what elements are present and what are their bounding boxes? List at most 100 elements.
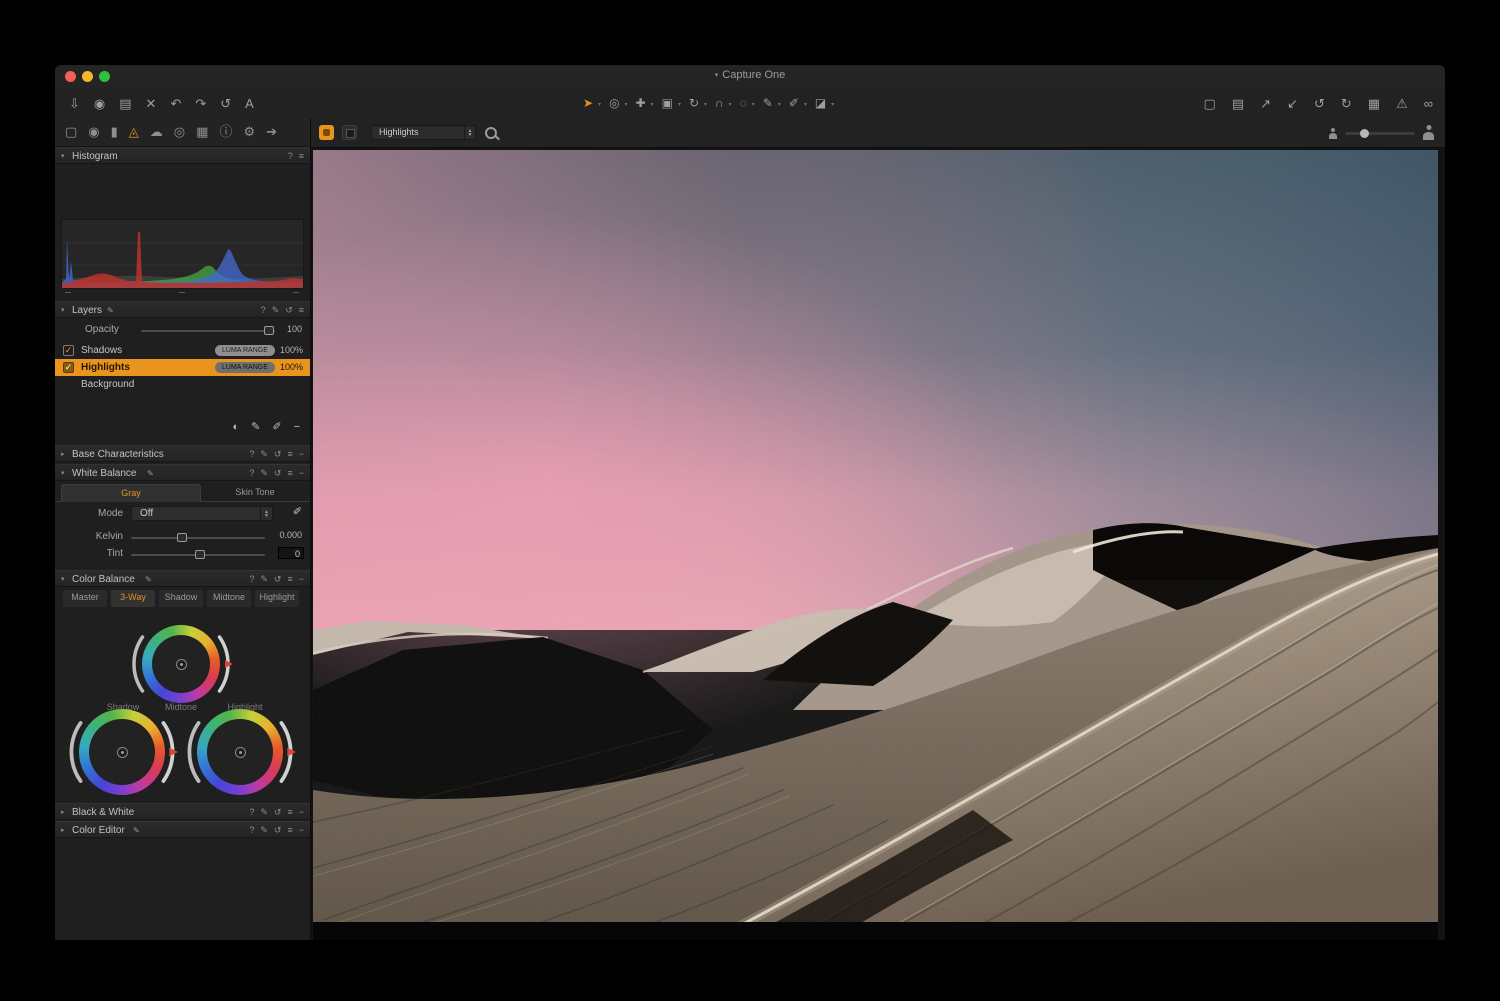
- base-characteristics-panel-header[interactable]: ▸ Base Characteristics ?✎↺≡−: [55, 445, 310, 462]
- help-icon[interactable]: ?: [288, 151, 293, 161]
- zoom-out-thumb-icon[interactable]: [1329, 128, 1337, 139]
- presets-icon[interactable]: ≡: [287, 449, 292, 459]
- layer-row-background[interactable]: Background: [55, 376, 310, 393]
- edit-with-button[interactable]: ↗: [1260, 97, 1271, 110]
- tab-capture[interactable]: ◉: [88, 125, 99, 139]
- tab-metadata[interactable]: ▦: [196, 125, 208, 139]
- presets-icon[interactable]: ≡: [287, 574, 292, 584]
- white-balance-panel-header[interactable]: ▾ White Balance ✎ ?✎↺≡−: [55, 464, 310, 481]
- tint-slider[interactable]: [131, 554, 265, 556]
- viewer-layer-dropdown[interactable]: Highlights ▲▼: [371, 125, 476, 140]
- edit-button[interactable]: ▤: [119, 97, 131, 110]
- tab-library[interactable]: ▢: [65, 125, 77, 139]
- redo-button[interactable]: ↷: [195, 97, 206, 110]
- tint-slider-handle[interactable]: [195, 550, 205, 559]
- kelvin-slider-handle[interactable]: [177, 533, 187, 542]
- cb-tab-master[interactable]: Master: [63, 590, 107, 607]
- open-with-button[interactable]: ↙: [1287, 97, 1298, 110]
- tint-value-input[interactable]: 0: [278, 547, 304, 559]
- remove-icon[interactable]: −: [299, 574, 304, 584]
- reset-icon[interactable]: ↺: [274, 574, 282, 584]
- black-and-white-panel-header[interactable]: ▸ Black & White ?✎↺≡−: [55, 803, 310, 820]
- remove-icon[interactable]: −: [299, 825, 304, 835]
- white-balance-picker-icon[interactable]: ✐: [293, 505, 302, 518]
- layer-row-shadows[interactable]: ✓ Shadows LUMA RANGE 100%: [55, 342, 310, 359]
- browser-toggle-button[interactable]: ▤: [1232, 97, 1244, 110]
- tab-details[interactable]: ◎: [174, 125, 185, 139]
- gradient-mask-tool[interactable]: ◪: [815, 97, 833, 109]
- annotation-button[interactable]: A: [245, 97, 254, 110]
- help-icon[interactable]: ?: [249, 449, 254, 459]
- remove-icon[interactable]: −: [299, 449, 304, 459]
- brush-icon[interactable]: ✎: [272, 305, 280, 315]
- color-editor-panel-header[interactable]: ▸ Color Editor ✎ ?✎↺≡−: [55, 821, 310, 838]
- presets-icon[interactable]: ≡: [299, 305, 304, 315]
- remove-icon[interactable]: −: [299, 468, 304, 478]
- wheel-handle[interactable]: [176, 659, 187, 670]
- reset-icon[interactable]: ↺: [274, 807, 282, 817]
- layer-checkbox[interactable]: ✓: [63, 362, 74, 373]
- cb-tab-midtone[interactable]: Midtone: [207, 590, 251, 607]
- wheel-handle[interactable]: [117, 747, 128, 758]
- tab-exposure[interactable]: ☁: [150, 125, 163, 139]
- reset-icon[interactable]: ↺: [285, 305, 293, 315]
- capture-button[interactable]: ◉: [94, 97, 105, 110]
- import-button[interactable]: ⇩: [69, 97, 80, 110]
- stepper-icon[interactable]: ▲▼: [260, 507, 272, 520]
- mask-background-toggle[interactable]: [342, 125, 357, 140]
- help-icon[interactable]: ?: [249, 825, 254, 835]
- reset-icon[interactable]: ↺: [274, 468, 282, 478]
- grid-view-button[interactable]: ▦: [1368, 97, 1380, 110]
- viewer-zoom-slider[interactable]: [1345, 132, 1415, 135]
- pan-tool[interactable]: ✚: [636, 97, 653, 109]
- undo-button[interactable]: ↶: [170, 97, 181, 110]
- help-icon[interactable]: ?: [249, 807, 254, 817]
- warnings-button[interactable]: ⚠: [1396, 97, 1408, 110]
- cb-tab-3way[interactable]: 3-Way: [111, 590, 155, 607]
- remove-icon[interactable]: −: [299, 807, 304, 817]
- spot-removal-tool[interactable]: ◌: [740, 97, 754, 109]
- reset-icon[interactable]: ↺: [274, 825, 282, 835]
- brush-icon[interactable]: ✎: [260, 574, 268, 584]
- presets-icon[interactable]: ≡: [287, 825, 292, 835]
- zoom-in-thumb-icon[interactable]: [1423, 125, 1434, 140]
- loupe-icon[interactable]: [485, 127, 497, 139]
- menu-icon[interactable]: ≡: [299, 151, 304, 161]
- cb-tab-shadow[interactable]: Shadow: [159, 590, 203, 607]
- stepper-icon[interactable]: ▲▼: [464, 126, 475, 139]
- select-tool[interactable]: ➤: [583, 97, 600, 109]
- rotate-ccw-button[interactable]: ↺: [1314, 97, 1325, 110]
- help-icon[interactable]: ?: [249, 574, 254, 584]
- tab-output[interactable]: ➔: [266, 125, 277, 139]
- opacity-slider-handle[interactable]: [264, 326, 274, 335]
- crop-tool[interactable]: ▣: [662, 97, 680, 109]
- brush-icon[interactable]: ✎: [260, 468, 268, 478]
- draw-mask-tool[interactable]: ✎: [763, 97, 780, 109]
- viewer-toggle-button[interactable]: ▢: [1204, 97, 1216, 110]
- brush-icon[interactable]: ✎: [260, 449, 268, 459]
- presets-icon[interactable]: ≡: [287, 468, 292, 478]
- help-icon[interactable]: ?: [261, 305, 266, 315]
- mask-visibility-icon[interactable]: ◐: [232, 421, 239, 433]
- mask-overlay-toggle[interactable]: [319, 125, 334, 140]
- reset-icon[interactable]: ↺: [274, 449, 282, 459]
- rotate-cw-button[interactable]: ↻: [1341, 97, 1352, 110]
- tab-color[interactable]: ◬: [129, 125, 139, 139]
- tab-info[interactable]: ⓘ: [219, 125, 232, 139]
- draw-mask-icon[interactable]: ✎: [251, 421, 260, 433]
- wb-mode-dropdown[interactable]: Off ▲▼: [131, 506, 273, 521]
- presets-icon[interactable]: ≡: [287, 807, 292, 817]
- shadow-color-wheel[interactable]: [65, 695, 179, 809]
- wb-tab-skin-tone[interactable]: Skin Tone: [205, 484, 305, 502]
- histogram-panel-header[interactable]: ▾ Histogram ?≡: [55, 147, 310, 164]
- erase-mask-tool[interactable]: ✐: [789, 97, 806, 109]
- compare-button[interactable]: ∞: [1424, 97, 1433, 110]
- color-balance-panel-header[interactable]: ▾ Color Balance ✎ ?✎↺≡−: [55, 570, 310, 587]
- delete-button[interactable]: ✕: [146, 97, 157, 110]
- layers-panel-header[interactable]: ▾ Layers ✎ ?✎↺≡: [55, 301, 310, 318]
- brush-icon[interactable]: ✎: [260, 825, 268, 835]
- pick-mask-icon[interactable]: ✐: [272, 421, 281, 433]
- reset-adjustments-button[interactable]: ↺: [220, 97, 231, 110]
- layer-checkbox[interactable]: ✓: [63, 345, 74, 356]
- kelvin-slider[interactable]: [131, 537, 265, 539]
